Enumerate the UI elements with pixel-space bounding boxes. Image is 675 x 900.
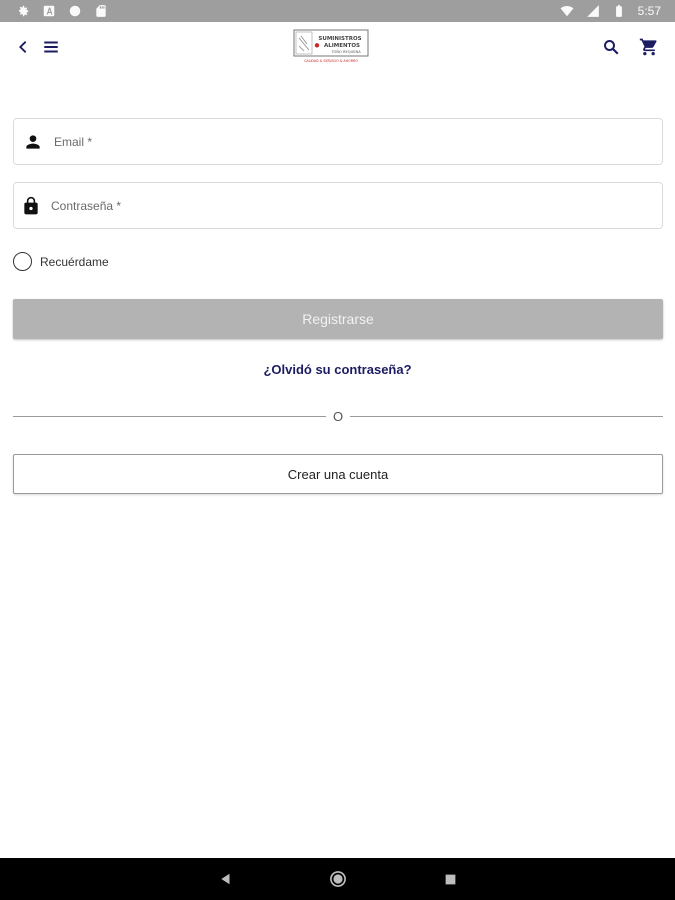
a-badge-icon xyxy=(43,5,55,17)
hamburger-menu-icon xyxy=(44,41,58,53)
circle-icon xyxy=(69,5,81,17)
nav-back-button[interactable] xyxy=(215,868,237,890)
wifi-icon xyxy=(560,6,574,17)
app-bar: SUMINISTROS ALIMENTOS TOÑO REQUENA CALID… xyxy=(0,22,675,72)
logo-subtext: TOÑO REQUENA xyxy=(330,49,361,54)
gear-icon xyxy=(18,5,29,17)
logo-line2: ALIMENTOS xyxy=(324,43,360,49)
remember-me-radio[interactable] xyxy=(13,252,32,271)
logo-line1: SUMINISTROS xyxy=(318,36,361,42)
email-label: Email * xyxy=(54,134,93,149)
lock-icon xyxy=(24,196,38,214)
brand-logo[interactable]: SUMINISTROS ALIMENTOS TOÑO REQUENA CALID… xyxy=(290,28,372,66)
divider-line-left xyxy=(13,416,326,417)
chevron-left-icon xyxy=(19,41,27,53)
password-field[interactable]: Contraseña * xyxy=(13,182,663,229)
divider-text: O xyxy=(332,409,344,424)
status-left-icons xyxy=(16,4,108,18)
nav-home-button[interactable] xyxy=(327,868,349,890)
divider-line-right xyxy=(350,416,663,417)
create-account-button[interactable]: Crear una cuenta xyxy=(13,454,663,494)
system-nav-bar xyxy=(0,858,675,900)
status-bar: 5:57 xyxy=(0,0,675,22)
battery-icon xyxy=(615,5,622,17)
forgot-password-link[interactable]: ¿Olvidó su contraseña? xyxy=(0,362,675,377)
logo-tagline: CALIDAD & SERVICIO & AHORRO xyxy=(304,59,358,63)
status-time: 5:57 xyxy=(637,4,661,18)
password-label: Contraseña * xyxy=(51,198,122,213)
search-button[interactable] xyxy=(596,32,626,62)
remember-me-option[interactable]: Recuérdame xyxy=(13,252,109,271)
home-circle-icon xyxy=(330,871,346,887)
cart-button[interactable] xyxy=(634,32,664,62)
status-right-icons: 5:57 xyxy=(560,4,661,18)
sd-card-icon xyxy=(96,5,106,17)
back-button[interactable] xyxy=(8,32,38,62)
search-icon xyxy=(604,40,619,55)
email-field[interactable]: Email * xyxy=(13,118,663,165)
square-recents-icon xyxy=(445,874,455,884)
menu-button[interactable] xyxy=(36,32,66,62)
register-button[interactable]: Registrarse xyxy=(13,299,663,339)
cart-icon xyxy=(639,38,657,56)
signal-icon xyxy=(586,5,599,17)
triangle-back-icon xyxy=(221,873,230,885)
remember-me-label: Recuérdame xyxy=(40,254,109,269)
person-icon xyxy=(26,134,40,149)
login-screen: 5:57 SUMINISTROS ALIMENTOS TOÑO REQUENA … xyxy=(0,0,675,900)
nav-recents-button[interactable] xyxy=(439,868,461,890)
